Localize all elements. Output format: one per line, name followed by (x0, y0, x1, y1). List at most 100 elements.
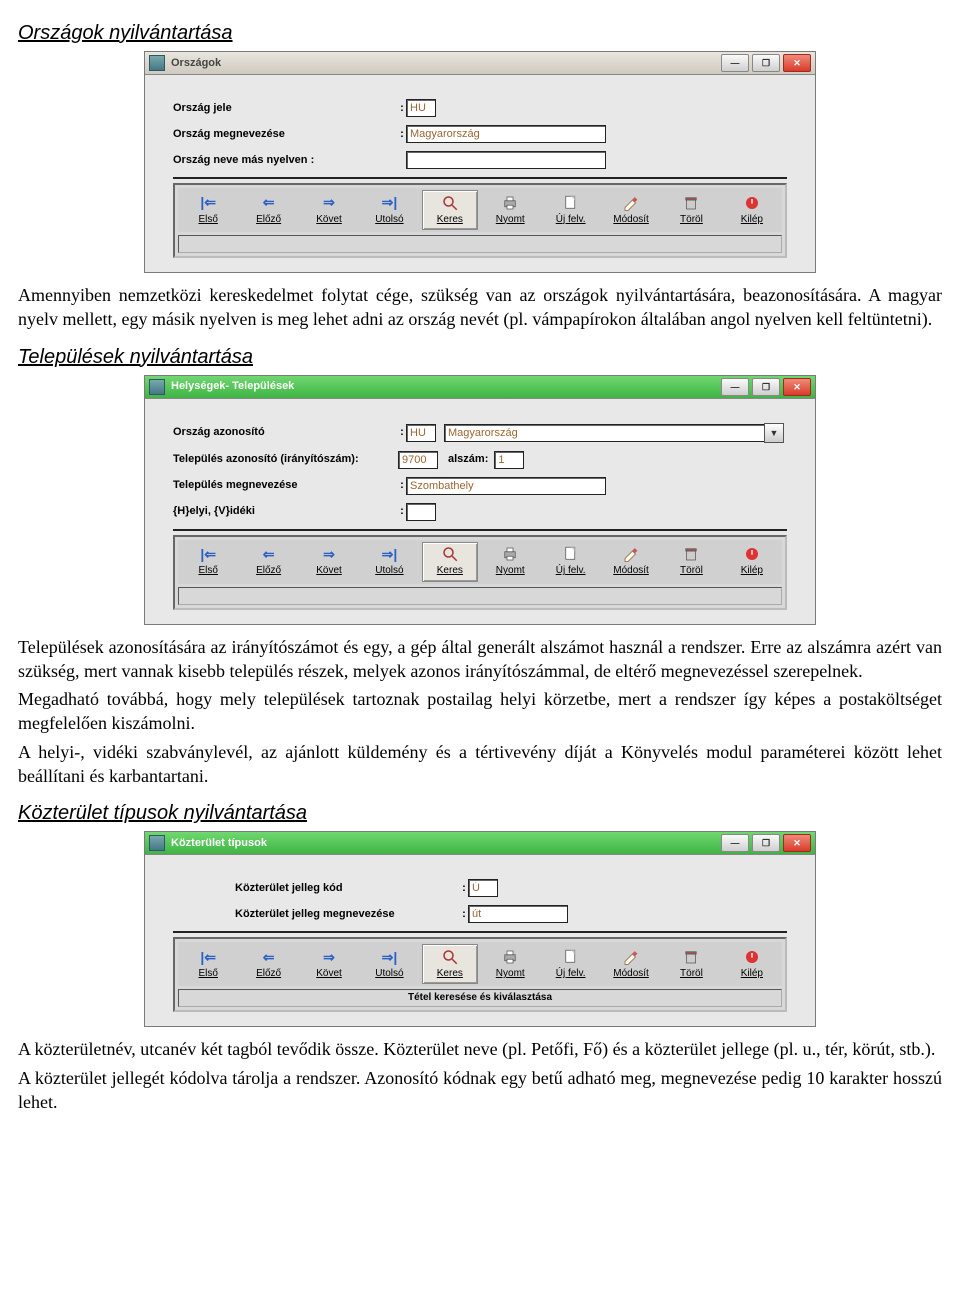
toolbar-last[interactable]: ⇒|Utolsó (361, 944, 417, 984)
new-icon (562, 545, 580, 563)
row-orszag-azon: Ország azonosító : ▼ (173, 423, 787, 443)
toolbar-search[interactable]: Keres (422, 542, 478, 582)
toolbar-last[interactable]: ⇒|Utolsó (361, 542, 417, 582)
toolbar-edit[interactable]: Módosít (603, 944, 659, 984)
toolbar-next[interactable]: ⇒Követ (301, 190, 357, 230)
toolbar-new[interactable]: Új felv. (542, 944, 598, 984)
toolbar-label: Nyomt (496, 967, 525, 981)
window-buttons: — ❐ ✕ (721, 834, 811, 852)
toolbar-label: Módosít (613, 564, 649, 578)
toolbar-label: Keres (437, 967, 463, 981)
minimize-button[interactable]: — (721, 54, 749, 72)
toolbar-delete[interactable]: Töröl (663, 944, 719, 984)
toolbar-next[interactable]: ⇒Követ (301, 542, 357, 582)
toolbar-label: Előző (256, 564, 281, 578)
minimize-button[interactable]: — (721, 834, 749, 852)
toolbar-delete[interactable]: Töröl (663, 542, 719, 582)
row-telep-azon: Település azonosító (irányítószám): alsz… (173, 451, 787, 469)
toolbar-last[interactable]: ⇒|Utolsó (361, 190, 417, 230)
toolbar: |⇐Első ⇐Előző ⇒Követ ⇒|Utolsó Keres Nyom… (178, 942, 782, 986)
toolbar-print[interactable]: Nyomt (482, 190, 538, 230)
toolbar-exit[interactable]: Kilép (724, 190, 780, 230)
close-button[interactable]: ✕ (783, 834, 811, 852)
toolbar-label: Nyomt (496, 213, 525, 227)
dropdown-button[interactable]: ▼ (764, 423, 784, 443)
maximize-button[interactable]: ❐ (752, 834, 780, 852)
colon: : (398, 127, 406, 142)
input-alszam[interactable] (494, 451, 524, 469)
app-icon (149, 835, 165, 851)
input-kozterulet-kod[interactable] (468, 879, 498, 897)
next-icon: ⇒ (320, 545, 338, 563)
new-icon (562, 948, 580, 966)
input-orszag-kod[interactable] (406, 424, 436, 442)
exit-icon (743, 545, 761, 563)
row-orszag-mas-nyelven: Ország neve más nyelven : (173, 151, 787, 169)
input-orszag-nev[interactable] (444, 424, 764, 442)
delete-icon (682, 194, 700, 212)
row-telep-megnev: Település megnevezése : (173, 477, 787, 495)
window-buttons: — ❐ ✕ (721, 54, 811, 72)
toolbar-exit[interactable]: Kilép (724, 944, 780, 984)
toolbar-new[interactable]: Új felv. (542, 542, 598, 582)
input-orszag-megnevezese[interactable] (406, 125, 606, 143)
toolbar-print[interactable]: Nyomt (482, 944, 538, 984)
status-bar: Tétel keresése és kiválasztása (178, 989, 782, 1007)
app-icon (149, 379, 165, 395)
status-bar (178, 587, 782, 605)
divider (173, 931, 787, 933)
toolbar: |⇐Első ⇐Előző ⇒Követ ⇒|Utolsó Keres Nyom… (178, 188, 782, 232)
toolbar-label: Utolsó (375, 564, 403, 578)
toolbar-prev[interactable]: ⇐Előző (240, 542, 296, 582)
close-button[interactable]: ✕ (783, 378, 811, 396)
toolbar-label: Új felv. (556, 967, 586, 981)
label-telepules-megnevezese: Település megnevezése (173, 478, 398, 493)
close-button[interactable]: ✕ (783, 54, 811, 72)
section-title-places: Települések nyilvántartása (18, 344, 942, 371)
toolbar-edit[interactable]: Módosít (603, 542, 659, 582)
input-telepules-megnevezese[interactable] (406, 477, 606, 495)
toolbar-label: Keres (437, 213, 463, 227)
status-bar (178, 235, 782, 253)
toolbar-delete[interactable]: Töröl (663, 190, 719, 230)
row-kozterulet-megn: Közterület jelleg megnevezése : (235, 905, 787, 923)
maximize-button[interactable]: ❐ (752, 378, 780, 396)
minimize-button[interactable]: — (721, 378, 749, 396)
toolbar-prev[interactable]: ⇐Előző (240, 944, 296, 984)
toolbar-label: Keres (437, 564, 463, 578)
toolbar-next[interactable]: ⇒Követ (301, 944, 357, 984)
toolbar-search[interactable]: Keres (422, 190, 478, 230)
exit-icon (743, 948, 761, 966)
window-title: Helységek- Települések (171, 379, 721, 394)
toolbar-first[interactable]: |⇐Első (180, 944, 236, 984)
toolbar-label: Első (198, 564, 217, 578)
window-buttons: — ❐ ✕ (721, 378, 811, 396)
row-orszag-megnevezese: Ország megnevezése : (173, 125, 787, 143)
section-title-countries: Országok nyilvántartása (18, 20, 942, 47)
toolbar-prev[interactable]: ⇐Előző (240, 190, 296, 230)
search-icon (441, 948, 459, 966)
toolbar-first[interactable]: |⇐Első (180, 190, 236, 230)
label-alszam: alszám: (448, 452, 488, 467)
toolbar-label: Utolsó (375, 213, 403, 227)
toolbar-search[interactable]: Keres (422, 944, 478, 984)
input-helyi-videki[interactable] (406, 503, 436, 521)
input-orszag-jele[interactable] (406, 99, 436, 117)
input-kozterulet-megnevezese[interactable] (468, 905, 568, 923)
edit-icon (622, 545, 640, 563)
maximize-button[interactable]: ❐ (752, 54, 780, 72)
delete-icon (682, 948, 700, 966)
toolbar-edit[interactable]: Módosít (603, 190, 659, 230)
divider (173, 177, 787, 179)
toolbar-new[interactable]: Új felv. (542, 190, 598, 230)
input-orszag-mas-nyelven[interactable] (406, 151, 606, 169)
toolbar-first[interactable]: |⇐Első (180, 542, 236, 582)
input-iranyitoszam[interactable] (398, 451, 438, 469)
toolbar-label: Előző (256, 213, 281, 227)
toolbar-label: Előző (256, 967, 281, 981)
first-icon: |⇐ (199, 948, 217, 966)
toolbar-exit[interactable]: Kilép (724, 542, 780, 582)
toolbar: |⇐Első ⇐Előző ⇒Követ ⇒|Utolsó Keres Nyom… (178, 540, 782, 584)
toolbar-label: Töröl (680, 564, 703, 578)
toolbar-print[interactable]: Nyomt (482, 542, 538, 582)
